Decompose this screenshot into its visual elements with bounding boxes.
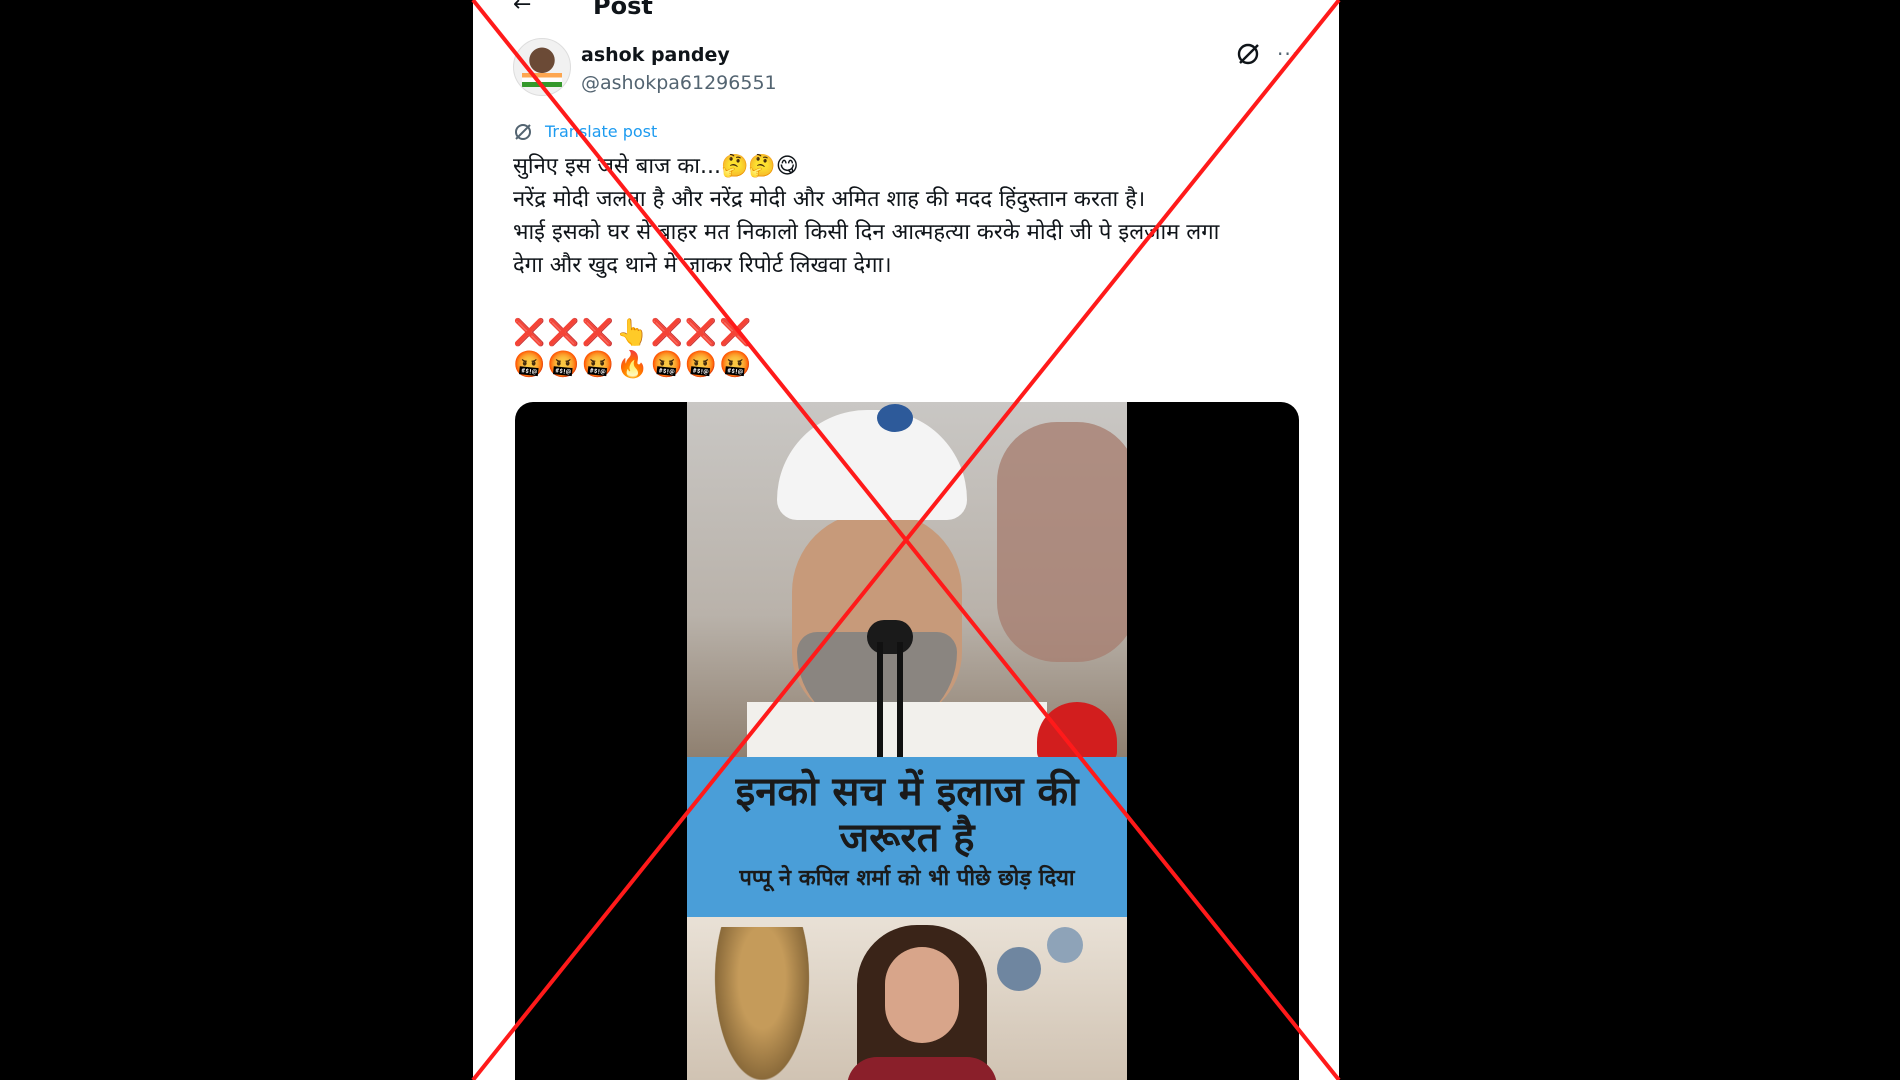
post-line: भाई इसको घर से बाहर मत निकालो किसी दिन आ… <box>513 220 1220 245</box>
video-caption: इनको सच में इलाज की जरूरत है पप्पू ने कप… <box>687 757 1127 917</box>
emoji-row: 🤬🤬🤬🔥🤬🤬🤬 <box>513 350 754 380</box>
commentator-body <box>847 1057 997 1080</box>
author-name[interactable]: ashok pandey <box>581 44 730 66</box>
avatar[interactable] <box>513 38 571 96</box>
caption-line: इनको सच में इलाज की <box>735 769 1079 815</box>
page-title: Post <box>593 0 653 20</box>
back-arrow-icon[interactable]: ← <box>513 0 531 16</box>
post-panel: ← Post ashok pandey @ashokpa61296551 ···… <box>473 0 1339 1080</box>
caption-line: जरूरत है <box>839 815 975 861</box>
commentator-face <box>885 947 959 1043</box>
cap-logo-icon <box>877 404 913 432</box>
post-text: सुनिए इस जसे बाज का...🤔🤔😋 नरेंद्र मोदी ज… <box>513 150 1313 282</box>
translate-label: Translate post <box>545 122 658 141</box>
author-handle[interactable]: @ashokpa61296551 <box>581 72 777 94</box>
more-options-icon[interactable]: ··· <box>1277 42 1299 66</box>
post-line: नरेंद्र मोदी जलता है और नरेंद्र मोदी और … <box>513 187 1146 212</box>
grok-icon[interactable] <box>1235 40 1263 68</box>
post-line: सुनिए इस जसे बाज का...🤔🤔😋 <box>513 154 799 179</box>
video-media[interactable]: इनको सच में इलाज की जरूरत है पप्पू ने कप… <box>515 402 1299 1080</box>
caption-subline: पप्पू ने कपिल शर्मा को भी पीछे छोड़ दिया <box>739 866 1075 891</box>
speaker-scene <box>687 402 1127 772</box>
cap <box>777 410 967 520</box>
microphone-stand <box>877 642 883 762</box>
top-bar: ← Post <box>473 0 1339 20</box>
microphone-stand <box>897 642 903 762</box>
wall-decor <box>997 947 1041 991</box>
translate-icon <box>515 124 531 140</box>
flag-icon <box>522 73 562 87</box>
microphone-icon <box>867 620 913 654</box>
video-frame[interactable]: इनको सच में इलाज की जरूरत है पप्पू ने कप… <box>687 402 1127 1080</box>
commentator-scene <box>687 917 1127 1080</box>
emoji-row: ❌❌❌👆❌❌❌ <box>513 318 754 348</box>
wall-decor <box>1047 927 1083 963</box>
buddha-statue <box>707 927 817 1080</box>
post-line: देगा और खुद थाने में जाकर रिपोर्ट लिखवा … <box>513 253 892 278</box>
sticker-badge <box>1037 702 1117 762</box>
background-face <box>997 422 1127 662</box>
